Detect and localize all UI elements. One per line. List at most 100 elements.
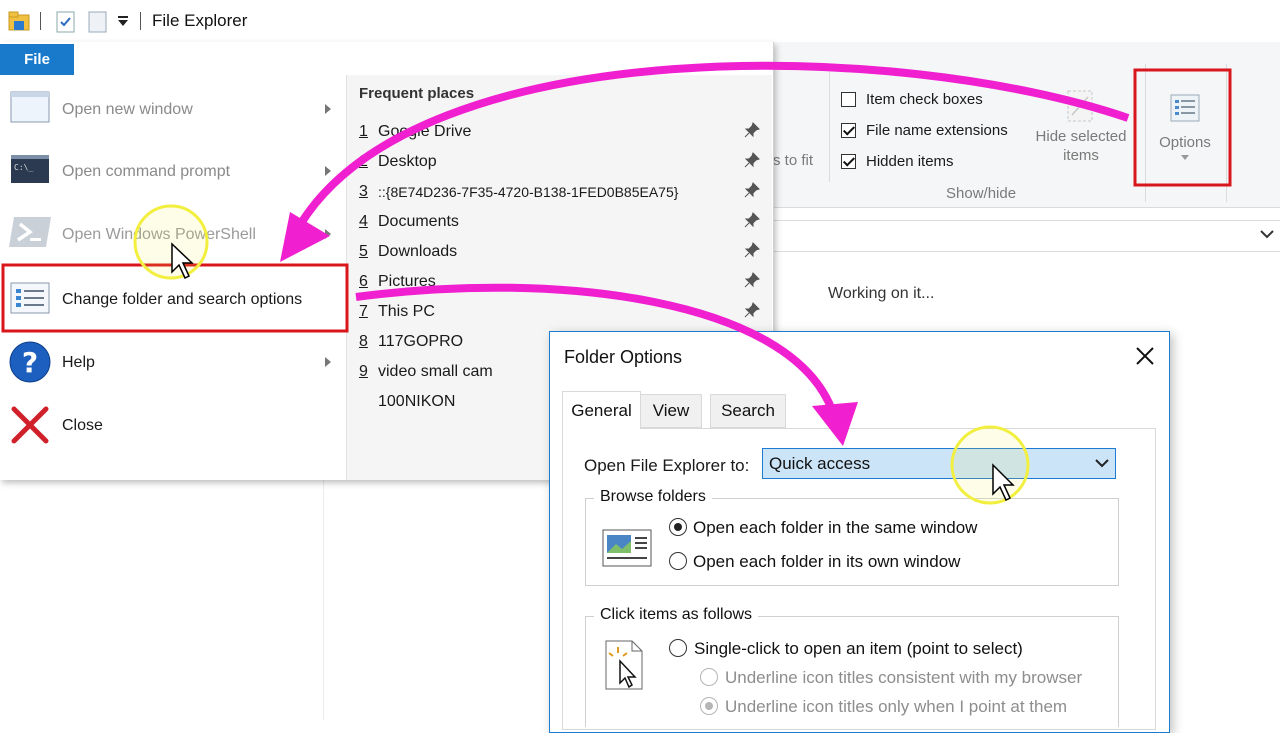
pin-icon[interactable] [744,272,760,288]
item-check-boxes-checkbox[interactable] [841,91,856,107]
pin-icon[interactable] [744,302,760,318]
help-icon: ? [9,341,51,383]
frequent-place-item[interactable]: 5 Downloads [359,237,764,267]
options-label: Options [1159,134,1211,151]
properties-icon[interactable] [56,11,76,33]
menu-item-label: Help [62,354,95,371]
underline-browser-radio[interactable] [700,668,718,686]
hidden-items-checkbox[interactable] [841,153,856,169]
submenu-arrow-icon [325,104,331,114]
frequent-place-name: 117GOPRO [378,333,464,350]
same-window-radio[interactable] [669,518,687,536]
ribbon: s to fit Item check boxes File name exte… [773,42,1280,208]
frequent-places-title: Frequent places [359,85,475,102]
show-hide-checkboxes: Item check boxes File name extensions Hi… [841,87,1008,173]
address-bar[interactable] [773,220,1280,252]
underline-browser-label: Underline icon titles consistent with my… [725,668,1083,687]
submenu-arrow-icon [325,166,331,176]
explorer-folder-icon[interactable] [8,10,30,32]
underline-point-radio[interactable] [700,697,718,715]
file-name-extensions-label: File name extensions [866,121,1008,139]
frequent-place-item[interactable]: 2 Desktop [359,147,764,177]
svg-text:?: ? [22,346,38,379]
file-tab[interactable]: File [0,44,74,75]
frequent-place-number: 2 [359,153,368,170]
titlebar-separator [140,12,141,30]
menu-item-help[interactable]: ? Help [0,330,346,392]
pin-icon[interactable] [744,152,760,168]
new-window-icon [10,91,50,123]
item-check-boxes-label: Item check boxes [866,90,983,108]
frequent-place-number: 8 [359,333,368,350]
options-button[interactable]: Options [1145,92,1225,182]
command-prompt-icon: C:\_ [11,155,49,183]
close-icon [11,406,49,444]
titlebar-separator [40,12,41,30]
hidden-items-option[interactable]: Hidden items [841,149,1008,173]
menu-item-open-new-window[interactable]: Open new window [0,77,346,139]
tab-view[interactable]: View [641,394,702,428]
chevron-down-icon [1095,459,1109,468]
menu-item-open-windows-powershell[interactable]: Open Windows PowerShell [0,201,346,263]
item-check-boxes-option[interactable]: Item check boxes [841,87,1008,111]
hide-selected-label-1: Hide selected [1035,128,1127,145]
click-items-group: Click items as follows Single-click to o… [585,606,1119,727]
menu-item-label: Change folder and search options [62,291,303,308]
svg-text:C:\_: C:\_ [14,163,33,172]
open-to-dropdown[interactable]: Quick access [762,448,1116,479]
pin-icon[interactable] [744,212,760,228]
chevron-down-icon[interactable] [1260,230,1274,240]
menu-item-change-folder-and-search-options[interactable]: Change folder and search options [0,267,346,329]
file-name-extensions-checkbox[interactable] [841,122,856,138]
powershell-icon [9,217,51,247]
click-items-legend: Click items as follows [594,606,759,624]
browse-folders-legend: Browse folders [594,488,712,506]
hide-selected-items-button[interactable]: Hide selected items [1031,87,1131,177]
browse-folders-group: Browse folders Open each folder in the s… [585,488,1119,586]
file-name-extensions-option[interactable]: File name extensions [841,118,1008,142]
ribbon-divider [829,64,830,182]
menu-item-label: Close [62,417,103,434]
hide-selected-icon [1067,90,1093,122]
frequent-place-item[interactable]: 6 Pictures [359,267,764,297]
frequent-place-number: 4 [359,213,368,230]
navigation-pane-divider [323,480,324,720]
pin-icon[interactable] [744,122,760,138]
pin-icon[interactable] [744,182,760,198]
frequent-place-number: 6 [359,273,368,290]
browse-folders-icon [602,529,652,567]
own-window-label: Open each folder in its own window [693,552,961,571]
dialog-title: Folder Options [564,347,683,367]
single-click-radio[interactable] [669,639,687,657]
frequent-place-number: 9 [359,363,368,380]
tab-general[interactable]: General [562,391,641,429]
underline-point-label: Underline icon titles only when I point … [725,697,1068,716]
frequent-place-item[interactable]: 7 This PC [359,297,764,327]
folder-options-dialog: Folder Options General View Search Open … [549,331,1170,733]
menu-item-close[interactable]: Close [0,393,346,455]
pin-icon[interactable] [744,242,760,258]
frequent-place-item[interactable]: 3 ::{8E74D236-7F35-4720-B138-1FED0B85EA7… [359,177,764,207]
customize-quick-access-icon[interactable] [116,16,130,28]
options-dropdown-arrow-icon [1181,155,1189,160]
new-folder-icon[interactable] [88,11,108,33]
window-title: File Explorer [152,11,248,30]
menu-item-label: Open Windows PowerShell [62,226,256,243]
close-icon[interactable] [1133,344,1157,368]
frequent-place-number: 1 [359,123,368,140]
tab-search[interactable]: Search [710,394,786,428]
menu-item-label: Open new window [62,101,193,118]
frequent-place-name: Pictures [378,273,436,290]
hide-selected-label-2: items [1063,147,1099,164]
frequent-place-name: ::{8E74D236-7F35-4720-B138-1FED0B85EA75} [378,184,679,200]
open-to-label: Open File Explorer to: [584,456,750,475]
own-window-radio[interactable] [669,552,687,570]
submenu-arrow-icon [325,357,331,367]
frequent-place-item[interactable]: 4 Documents [359,207,764,237]
frequent-place-item[interactable]: 1 Google Drive [359,117,764,147]
ribbon-divider [1226,64,1227,202]
single-click-label: Single-click to open an item (point to s… [694,639,1023,658]
menu-item-open-command-prompt[interactable]: C:\_ Open command prompt [0,139,346,201]
frequent-place-number: 5 [359,243,368,260]
frequent-place-name: video small cam [378,363,493,380]
